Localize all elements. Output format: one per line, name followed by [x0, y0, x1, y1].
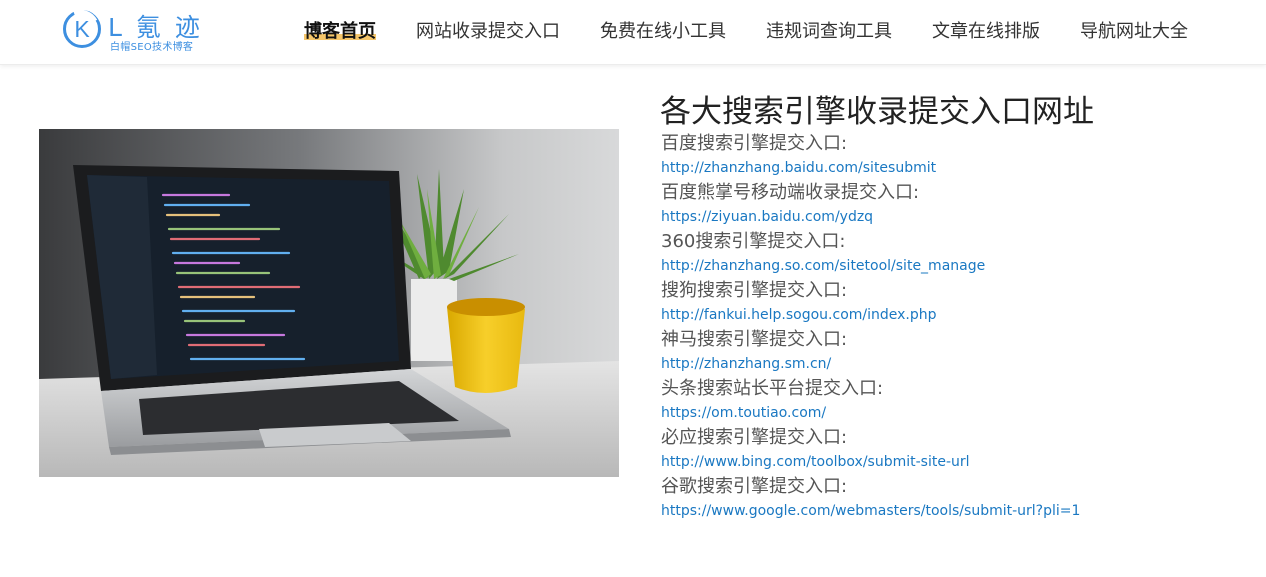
entry-label: 谷歌搜索引擎提交入口:	[661, 476, 848, 497]
nav-item-banned-words[interactable]: 违规词查询工具	[766, 17, 892, 43]
entry-label: 百度搜索引擎提交入口:	[661, 133, 848, 154]
laptop-photo	[39, 129, 619, 477]
entry-link[interactable]: https://ziyuan.baidu.com/ydzq	[661, 205, 1261, 230]
entry-label: 搜狗搜索引擎提交入口:	[661, 280, 848, 301]
list-item: 谷歌搜索引擎提交入口: https://www.google.com/webma…	[661, 475, 1261, 524]
entry-link[interactable]: http://zhanzhang.so.com/sitetool/site_ma…	[661, 254, 1261, 279]
entry-label: 百度熊掌号移动端收录提交入口:	[661, 182, 920, 203]
nav-item-site-submit[interactable]: 网站收录提交入口	[416, 17, 560, 43]
nav-item-blog-home[interactable]: 博客首页	[304, 17, 376, 43]
nav-item-free-tools[interactable]: 免费在线小工具	[600, 17, 726, 43]
entry-link[interactable]: https://om.toutiao.com/	[661, 401, 1261, 426]
entry-link[interactable]: http://www.bing.com/toolbox/submit-site-…	[661, 450, 1261, 475]
entry-link[interactable]: https://www.google.com/webmasters/tools/…	[661, 499, 1261, 524]
entry-label: 头条搜索站长平台提交入口:	[661, 378, 884, 399]
list-item: 必应搜索引擎提交入口: http://www.bing.com/toolbox/…	[661, 426, 1261, 475]
entry-link[interactable]: http://zhanzhang.sm.cn/	[661, 352, 1261, 377]
list-item: 百度搜索引擎提交入口: http://zhanzhang.baidu.com/s…	[661, 132, 1261, 181]
entry-label: 必应搜索引擎提交入口:	[661, 427, 848, 448]
list-item: 神马搜索引擎提交入口: http://zhanzhang.sm.cn/	[661, 328, 1261, 377]
list-item: 360搜索引擎提交入口: http://zhanzhang.so.com/sit…	[661, 230, 1261, 279]
submit-entry-list: 百度搜索引擎提交入口: http://zhanzhang.baidu.com/s…	[661, 132, 1261, 524]
entry-link[interactable]: http://fankui.help.sogou.com/index.php	[661, 303, 1261, 328]
entry-link[interactable]: http://zhanzhang.baidu.com/sitesubmit	[661, 156, 1261, 181]
entry-label: 神马搜索引擎提交入口:	[661, 329, 848, 350]
entry-label: 360搜索引擎提交入口:	[661, 231, 846, 252]
article-title: 各大搜索引擎收录提交入口网址	[660, 94, 1094, 130]
nav-item-article-format[interactable]: 文章在线排版	[932, 17, 1040, 43]
nav-item-url-directory[interactable]: 导航网址大全	[1080, 17, 1188, 43]
list-item: 头条搜索站长平台提交入口: https://om.toutiao.com/	[661, 377, 1261, 426]
main-nav: 博客首页 网站收录提交入口 免费在线小工具 违规词查询工具 文章在线排版 导航网…	[0, 0, 1266, 64]
list-item: 搜狗搜索引擎提交入口: http://fankui.help.sogou.com…	[661, 279, 1261, 328]
list-item: 百度熊掌号移动端收录提交入口: https://ziyuan.baidu.com…	[661, 181, 1261, 230]
site-header: K L 氪 迹 白帽SEO技术博客 博客首页 网站收录提交入口 免费在线小工具 …	[0, 0, 1266, 65]
